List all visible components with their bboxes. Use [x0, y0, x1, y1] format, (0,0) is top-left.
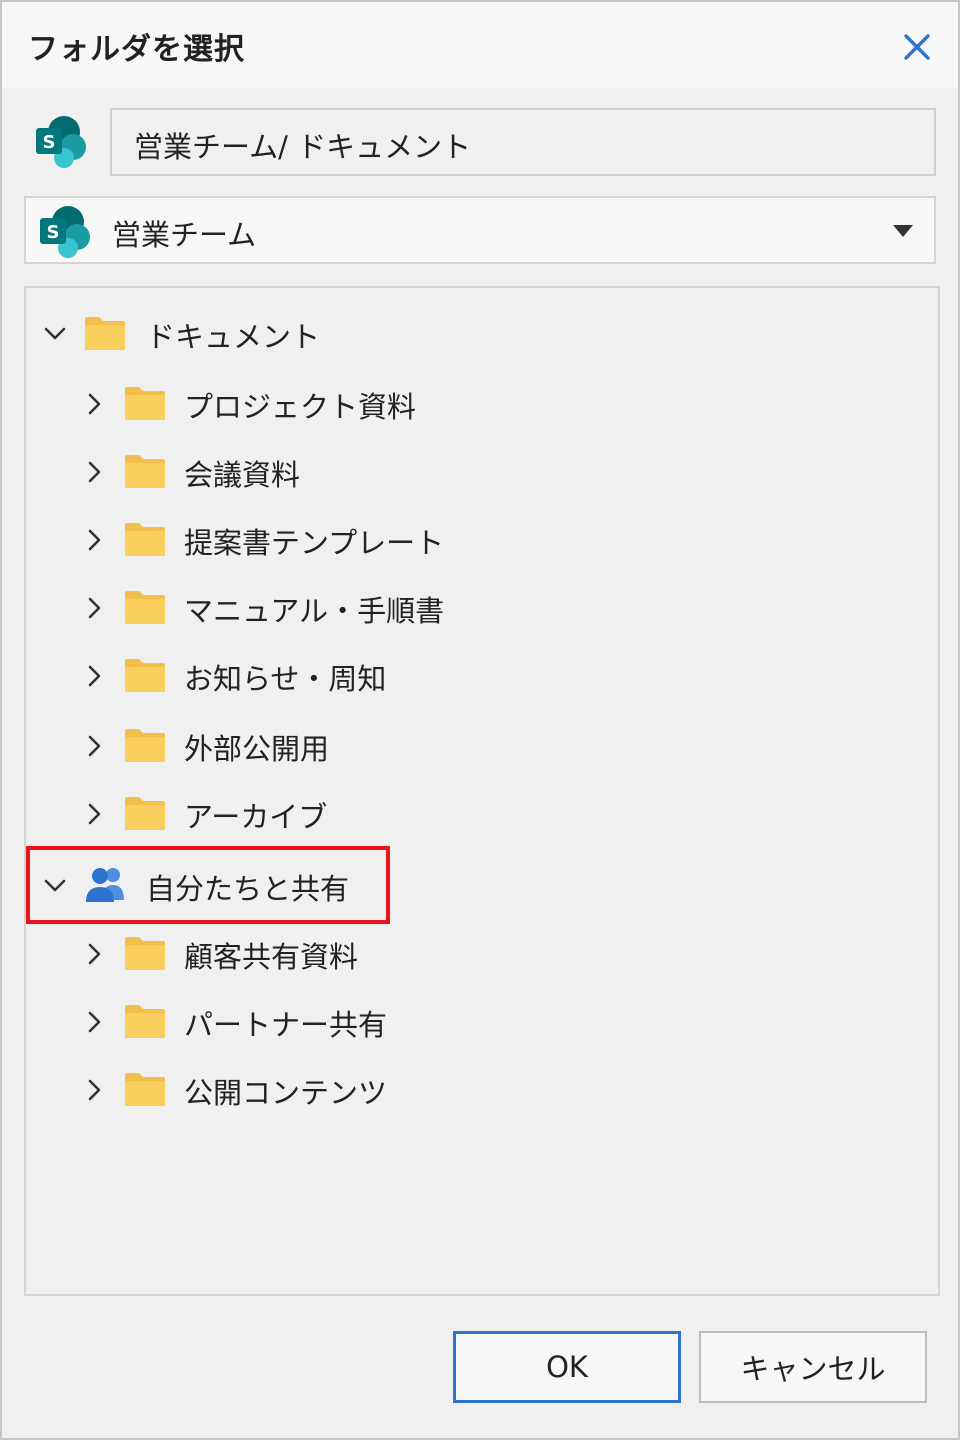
chevron-right-icon[interactable] [82, 663, 108, 689]
tree-item-label: アーカイブ [184, 800, 328, 834]
tree-item[interactable]: 外部公開用 [26, 714, 426, 778]
tree-item[interactable]: パートナー共有 [26, 990, 426, 1054]
tree-item-label: プロジェクト資料 [184, 390, 417, 424]
folder-icon [124, 385, 166, 421]
folder-icon [124, 453, 166, 489]
folder-icon [124, 935, 166, 971]
chevron-right-icon[interactable] [82, 1077, 108, 1103]
tree-item-label: パートナー共有 [184, 1008, 388, 1042]
tree-item[interactable]: 会議資料 [26, 440, 426, 504]
tree-item-label: 会議資料 [184, 458, 301, 492]
chevron-right-icon[interactable] [82, 733, 108, 759]
folder-icon [124, 589, 166, 625]
folder-tree: ドキュメント プロジェクト資料 会議資料 提案書テンプレート マニュアル・手順書… [24, 286, 940, 1296]
tree-item-label: 外部公開用 [184, 732, 330, 766]
current-path-field: 営業チーム/ ドキュメント [110, 108, 936, 176]
folder-icon [124, 657, 166, 693]
folder-picker-dialog: フォルダを選択 営業チーム/ ドキュメント 営業チーム ドキュメント プロジェク… [0, 0, 960, 1440]
folder-icon [124, 727, 166, 763]
folder-icon [84, 315, 126, 351]
chevron-right-icon[interactable] [82, 595, 108, 621]
tree-item[interactable]: アーカイブ [26, 782, 426, 846]
tree-item-label: お知らせ・周知 [184, 662, 387, 696]
close-icon[interactable] [896, 26, 938, 68]
tree-item[interactable]: マニュアル・手順書 [26, 576, 444, 640]
tree-item-label: マニュアル・手順書 [184, 594, 445, 628]
tree-item[interactable]: お知らせ・周知 [26, 644, 426, 708]
site-select-dropdown[interactable]: 営業チーム [24, 196, 936, 264]
folder-icon [124, 1071, 166, 1107]
cancel-button[interactable]: キャンセル [699, 1331, 927, 1403]
tree-item[interactable]: 公開コンテンツ [26, 1058, 426, 1122]
sharepoint-icon [38, 204, 94, 260]
chevron-right-icon[interactable] [82, 459, 108, 485]
title-bar: フォルダを選択 [2, 2, 958, 88]
chevron-right-icon[interactable] [82, 527, 108, 553]
dialog-title: フォルダを選択 [28, 32, 245, 67]
current-path-text: 営業チーム/ ドキュメント [134, 130, 472, 164]
tree-item[interactable]: プロジェクト資料 [26, 372, 426, 436]
folder-icon [124, 521, 166, 557]
chevron-right-icon[interactable] [82, 801, 108, 827]
chevron-right-icon[interactable] [82, 941, 108, 967]
chevron-right-icon[interactable] [82, 1009, 108, 1035]
tree-item-label: ドキュメント [146, 320, 321, 354]
tree-item-label: 顧客共有資料 [184, 940, 359, 974]
caret-down-icon [893, 225, 913, 237]
folder-icon [124, 795, 166, 831]
chevron-down-icon[interactable] [42, 321, 68, 347]
tree-item-label: 公開コンテンツ [184, 1076, 388, 1110]
folder-icon [124, 1003, 166, 1039]
ok-button[interactable]: OK [453, 1331, 681, 1403]
tree-item[interactable]: 顧客共有資料 [26, 922, 426, 986]
chevron-right-icon[interactable] [82, 391, 108, 417]
sharepoint-icon [34, 114, 90, 170]
tree-item-label: 提案書テンプレート [184, 526, 445, 560]
tree-item[interactable]: 提案書テンプレート [26, 508, 444, 572]
selection-highlight-box [26, 846, 390, 924]
tree-item-documents[interactable]: ドキュメント [26, 302, 426, 366]
site-select-value: 営業チーム [112, 218, 257, 252]
